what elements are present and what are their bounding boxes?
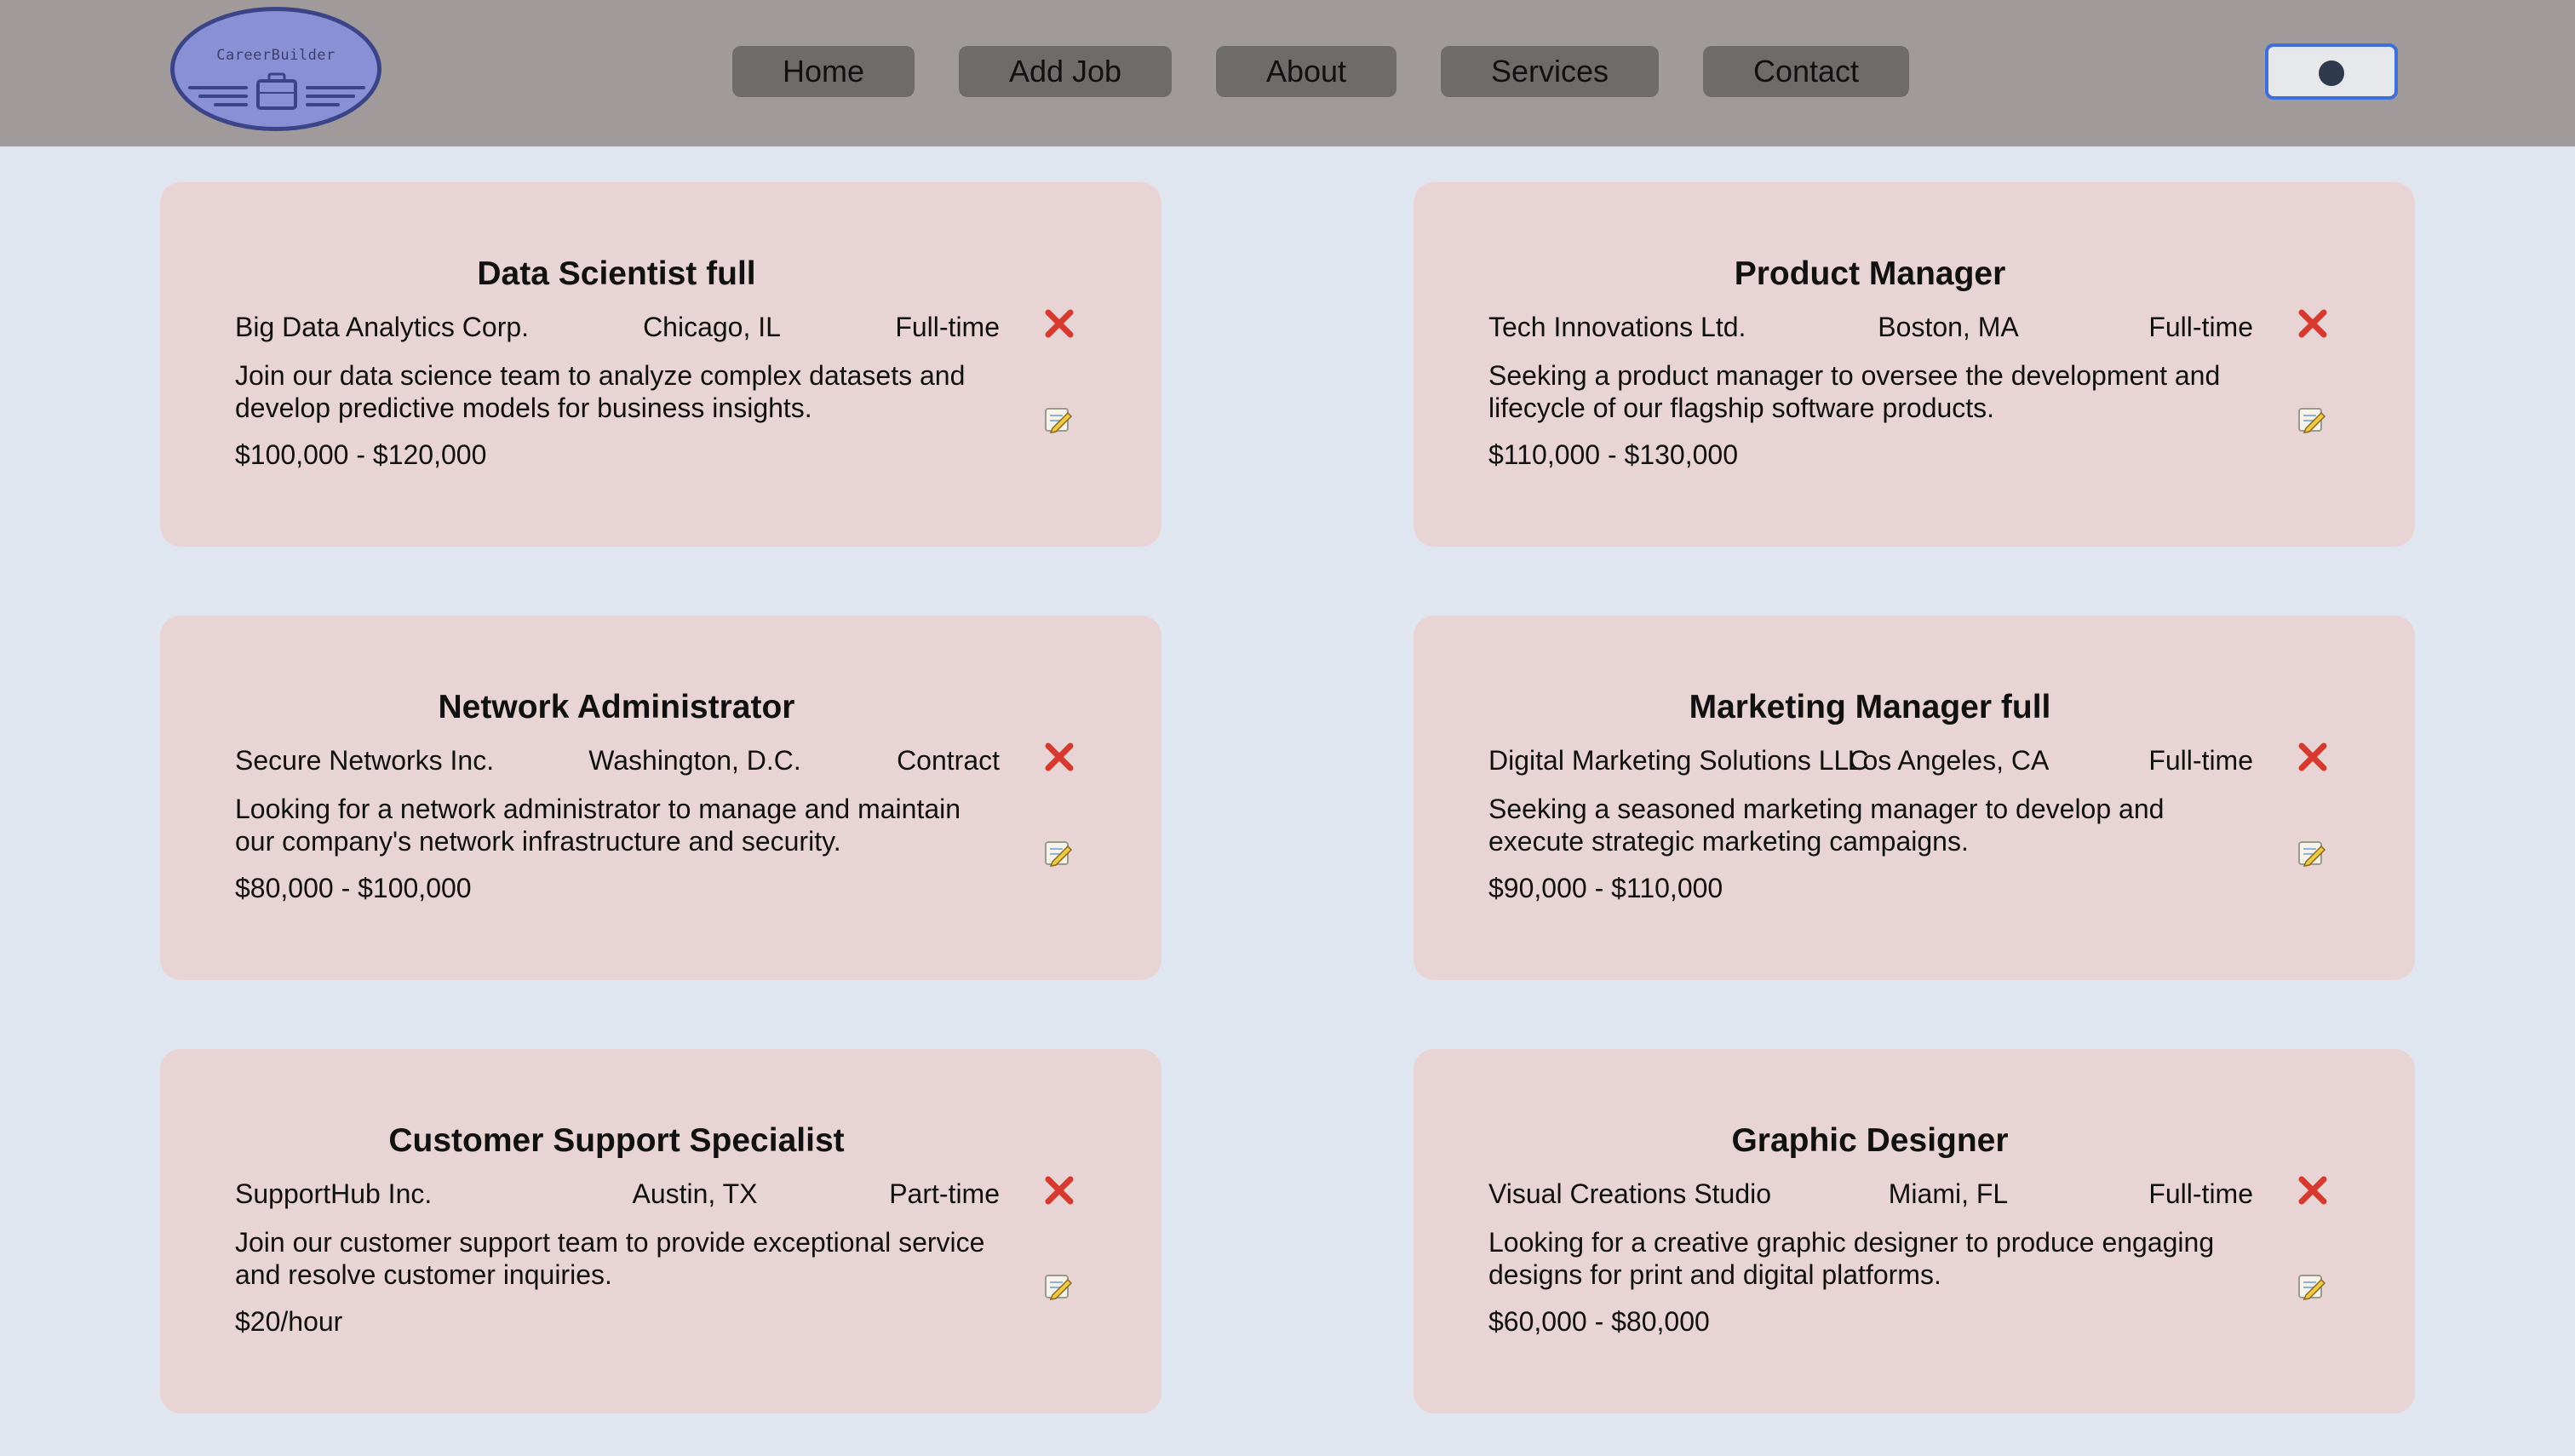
job-type: Contract — [897, 745, 1000, 776]
job-salary: $110,000 - $130,000 — [1488, 439, 1738, 470]
job-location: Boston, MA — [1878, 312, 2019, 342]
edit-icon[interactable] — [1042, 839, 1075, 868]
job-title: Product Manager — [1734, 255, 2006, 292]
edit-icon[interactable] — [1042, 405, 1075, 434]
briefcase-icon — [188, 72, 365, 110]
job-card: Customer Support Specialist SupportHub I… — [160, 1049, 1161, 1413]
job-title: Customer Support Specialist — [388, 1122, 845, 1159]
job-description: Looking for a creative graphic designer … — [1488, 1227, 2215, 1290]
nav-add-job-button[interactable]: Add Job — [959, 46, 1172, 97]
job-title: Network Administrator — [438, 689, 795, 725]
job-company: Visual Creations Studio — [1488, 1178, 1772, 1209]
theme-toggle-knob — [2319, 60, 2344, 86]
logo-text: CareerBuilder — [216, 47, 335, 64]
job-type: Full-time — [895, 312, 1000, 342]
job-location: Miami, FL — [1888, 1178, 2009, 1209]
job-description: Join our customer support team to provid… — [235, 1227, 985, 1290]
delete-icon[interactable] — [2296, 1173, 2330, 1207]
job-location: Austin, TX — [632, 1178, 758, 1209]
nav-services-button[interactable]: Services — [1441, 46, 1659, 97]
job-salary: $80,000 - $100,000 — [235, 873, 472, 903]
job-company: Secure Networks Inc. — [235, 745, 495, 776]
job-title: Graphic Designer — [1731, 1122, 2009, 1159]
edit-icon[interactable] — [1042, 1272, 1075, 1301]
job-location: Los Angeles, CA — [1847, 745, 2050, 776]
job-type: Full-time — [2148, 1178, 2253, 1209]
job-company: Digital Marketing Solutions LLC — [1488, 745, 1869, 776]
job-location: Washington, D.C. — [588, 745, 801, 776]
job-description: Looking for a network administrator to m… — [235, 794, 961, 857]
job-salary: $20/hour — [235, 1306, 343, 1337]
nav-home-button[interactable]: Home — [732, 46, 915, 97]
job-type: Full-time — [2148, 745, 2253, 776]
delete-icon[interactable] — [1042, 1173, 1076, 1207]
job-title: Data Scientist full — [477, 255, 756, 292]
navbar: CareerBuilder Home Add Job About Service… — [0, 0, 2575, 146]
job-location: Chicago, IL — [643, 312, 781, 342]
edit-icon[interactable] — [2296, 1272, 2328, 1301]
job-card: Product Manager Tech Innovations Ltd. Bo… — [1414, 182, 2415, 547]
job-description: Seeking a seasoned marketing manager to … — [1488, 794, 2165, 857]
job-salary: $100,000 - $120,000 — [235, 439, 487, 470]
job-company: SupportHub Inc. — [235, 1178, 433, 1209]
delete-icon[interactable] — [2296, 307, 2330, 341]
delete-icon[interactable] — [2296, 740, 2330, 774]
job-title: Marketing Manager full — [1689, 689, 2051, 725]
job-card: Data Scientist full Big Data Analytics C… — [160, 182, 1161, 547]
nav-contact-button[interactable]: Contact — [1703, 46, 1909, 97]
edit-icon[interactable] — [2296, 839, 2328, 868]
job-salary: $90,000 - $110,000 — [1488, 873, 1723, 903]
theme-toggle-button[interactable] — [2265, 43, 2398, 100]
edit-icon[interactable] — [2296, 405, 2328, 434]
logo[interactable]: CareerBuilder — [170, 7, 381, 131]
nav-about-button[interactable]: About — [1216, 46, 1396, 97]
job-description: Seeking a product manager to oversee the… — [1488, 360, 2221, 423]
delete-icon[interactable] — [1042, 307, 1076, 341]
job-salary: $60,000 - $80,000 — [1488, 1306, 1710, 1337]
job-company: Tech Innovations Ltd. — [1488, 312, 1746, 342]
job-company: Big Data Analytics Corp. — [235, 312, 530, 342]
job-card: Network Administrator Secure Networks In… — [160, 616, 1161, 980]
job-type: Part-time — [889, 1178, 1000, 1209]
job-card: Marketing Manager full Digital Marketing… — [1414, 616, 2415, 980]
delete-icon[interactable] — [1042, 740, 1076, 774]
job-description: Join our data science team to analyze co… — [235, 360, 966, 423]
job-card: Graphic Designer Visual Creations Studio… — [1414, 1049, 2415, 1413]
job-type: Full-time — [2148, 312, 2253, 342]
